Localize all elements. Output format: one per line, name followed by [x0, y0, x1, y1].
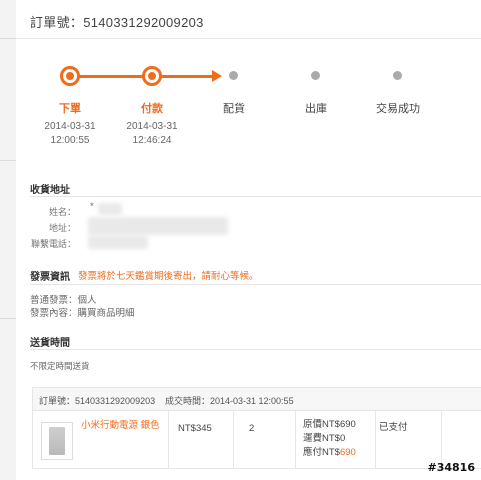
invoice-heading: 發票資訊 — [30, 272, 70, 283]
unit-price: NT$345 — [178, 423, 212, 434]
divider — [30, 196, 481, 197]
rail-divider — [0, 318, 16, 319]
column-divider — [375, 410, 376, 468]
column-divider — [441, 410, 442, 468]
step-time-ordered: 2014-03-31 12:00:55 — [25, 120, 115, 148]
order-number-title: 訂單號：5140331292009203 — [30, 15, 204, 30]
step-label-complete: 交易成功 — [376, 103, 420, 115]
step-label-paid: 付款 — [141, 103, 163, 115]
address-label: 地址： — [48, 223, 76, 233]
progress-arrow-icon — [212, 70, 222, 82]
step-dot-ordered — [60, 66, 80, 86]
step-label-ordered: 下單 — [59, 103, 81, 115]
amount-payable-value: 690 — [339, 447, 356, 458]
name-label: 姓名： — [48, 207, 76, 217]
order-progress: 下單 付款 配貨 出庫 交易成功 2014-03-31 12:00:55 201… — [16, 56, 481, 156]
delivery-heading: 送貨時間 — [30, 338, 70, 349]
step-date: 2014-03-31 — [44, 121, 96, 132]
quantity: 2 — [249, 423, 255, 434]
step-dot-complete — [393, 71, 402, 80]
shipping-fee: 運費NT$0 — [303, 433, 346, 444]
table-order-number: 訂單號：5140331292009203 — [39, 396, 156, 406]
step-dot-paid — [142, 66, 162, 86]
order-detail-panel: 訂單號：5140331292009203 下單 付款 配貨 出庫 交易成功 20… — [16, 0, 481, 480]
product-thumbnail[interactable] — [41, 422, 73, 460]
rail-divider — [0, 38, 16, 39]
redacted-address — [88, 217, 228, 235]
step-label-outbound: 出庫 — [305, 103, 327, 115]
price-summary: 原價NT$690 運費NT$0 應付NT$690 — [303, 418, 356, 460]
left-rail — [0, 0, 17, 480]
amount-payable-label: 應付NT$ — [303, 447, 340, 458]
step-time-paid: 2014-03-31 12:46:24 — [107, 120, 197, 148]
step-clock: 12:46:24 — [132, 135, 172, 146]
order-items-table: 訂單號：5140331292009203 成交時間：2014-03-31 12:… — [32, 387, 481, 469]
step-label-picking: 配貨 — [223, 103, 245, 115]
divider — [30, 349, 481, 350]
name-value: * — [90, 201, 94, 212]
amount-payable: 應付NT$690 — [303, 446, 356, 460]
invoice-type: 普通發票：個人 — [30, 295, 97, 306]
invoice-notice: 發票將於七天鑑賞期後寄出，請耐心等候。 — [78, 271, 259, 282]
step-dot-outbound — [311, 71, 320, 80]
watermark: #34816 — [427, 461, 476, 474]
rail-divider — [0, 160, 16, 161]
product-name-link[interactable]: 小米行動電源 銀色 — [81, 419, 165, 432]
payment-status: 已支付 — [379, 422, 408, 433]
divider — [30, 284, 481, 285]
step-dot-picking — [229, 71, 238, 80]
delivery-value: 不限定時間送貨 — [30, 361, 90, 371]
column-divider — [233, 410, 234, 468]
invoice-content: 發票內容：購買商品明細 — [30, 308, 135, 319]
redacted-phone — [88, 235, 148, 249]
step-clock: 12:00:55 — [50, 135, 90, 146]
column-divider — [168, 410, 169, 468]
phone-label: 聯繫電話： — [30, 239, 76, 249]
table-header: 訂單號：5140331292009203 成交時間：2014-03-31 12:… — [33, 388, 481, 411]
address-heading: 收貨地址 — [30, 185, 70, 196]
step-date: 2014-03-31 — [126, 121, 178, 132]
power-bank-image — [49, 427, 65, 455]
table-deal-time: 成交時間：2014-03-31 12:00:55 — [165, 396, 294, 406]
redacted-name — [98, 203, 122, 215]
original-price: 原價NT$690 — [303, 419, 356, 430]
divider — [16, 38, 481, 39]
column-divider — [295, 410, 296, 468]
